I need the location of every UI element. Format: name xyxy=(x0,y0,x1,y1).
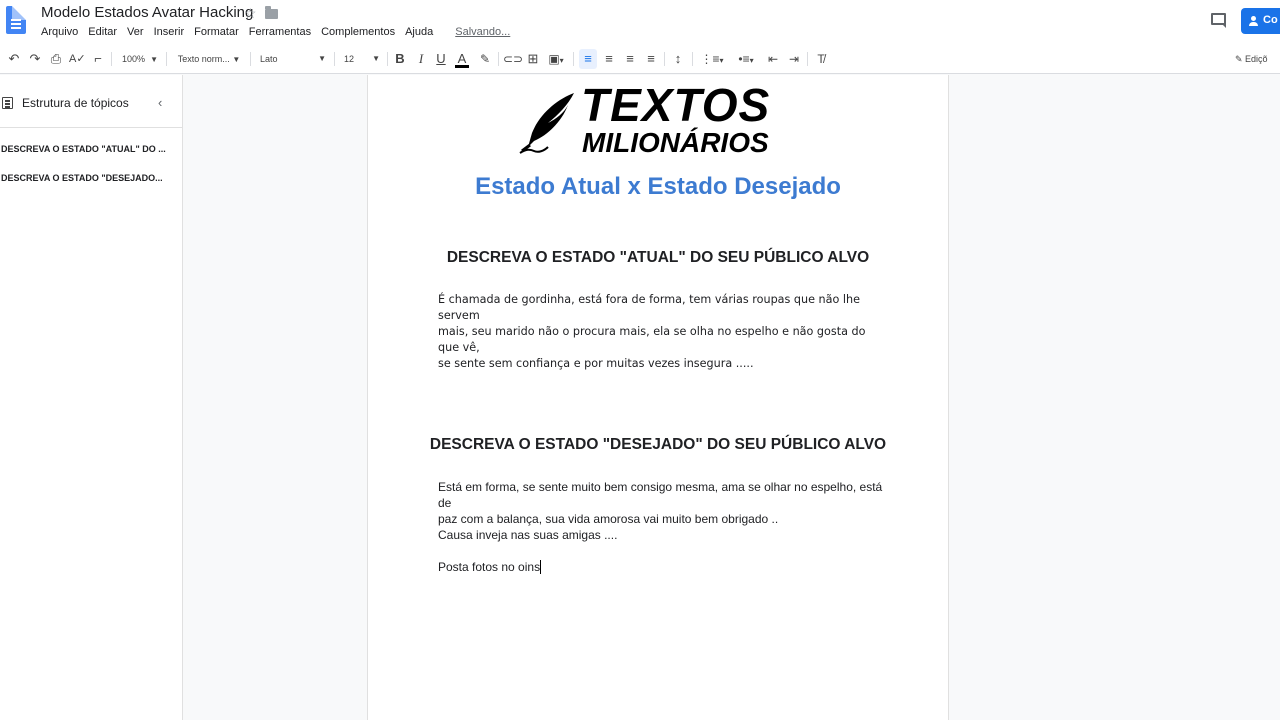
bold-icon[interactable]: B xyxy=(392,44,408,74)
print-icon[interactable]: ⎙ xyxy=(48,44,64,74)
undo-icon[interactable]: ↶ xyxy=(6,44,22,74)
font-size-select[interactable]: 12 ▼ xyxy=(340,44,384,74)
insert-image-icon[interactable]: ▣▾ xyxy=(545,44,567,74)
separator xyxy=(166,52,167,66)
clear-formatting-icon[interactable]: T̸ xyxy=(813,44,829,74)
separator xyxy=(334,52,335,66)
separator xyxy=(807,52,808,66)
text-color-swatch xyxy=(455,65,469,68)
align-left-icon[interactable]: ≡ xyxy=(579,49,597,69)
separator xyxy=(664,52,665,66)
separator xyxy=(573,52,574,66)
outline-icon xyxy=(2,97,13,109)
comment-history-icon[interactable] xyxy=(1211,13,1226,28)
highlight-icon[interactable]: ✎ xyxy=(477,44,493,74)
outline-title: Estrutura de tópicos xyxy=(22,96,129,110)
text-cursor xyxy=(540,560,542,574)
paragraph-atual: É chamada de gordinha, está fora de form… xyxy=(438,292,888,372)
paragraph-line: mais, seu marido não o procura mais, ela… xyxy=(438,325,866,354)
feather-pen-icon xyxy=(519,93,574,154)
align-justify-icon[interactable]: ≡ xyxy=(642,44,660,74)
paragraph-line: se sente sem confiança e por muitas veze… xyxy=(438,357,754,370)
menu-ajuda[interactable]: Ajuda xyxy=(405,26,433,38)
document-page[interactable]: TEXTOS MILIONÁRIOS Estado Atual x Estado… xyxy=(367,75,949,720)
menu-arquivo[interactable]: Arquivo xyxy=(41,26,78,38)
separator xyxy=(692,52,693,66)
font-size-value: 12 xyxy=(344,54,355,64)
title-bar: Modelo Estados Avatar Hacking ☆ Arquivo … xyxy=(0,0,1280,44)
outline-item-atual[interactable]: DESCREVA O ESTADO "ATUAL" DO ... xyxy=(1,144,166,154)
document-outline-panel: Estrutura de tópicos ‹ DESCREVA O ESTADO… xyxy=(0,75,183,720)
folder-icon[interactable] xyxy=(265,6,278,19)
bulleted-list-icon[interactable]: •≡▾ xyxy=(732,44,760,74)
menu-complementos[interactable]: Complementos xyxy=(321,26,395,38)
separator xyxy=(250,52,251,66)
logo-line-2: MILIONÁRIOS xyxy=(582,127,769,158)
numbered-list-icon[interactable]: ⋮≡▾ xyxy=(698,44,726,74)
menu-bar: Arquivo Editar Ver Inserir Formatar Ferr… xyxy=(41,26,510,38)
zoom-value: 100% xyxy=(122,54,146,64)
doc-title[interactable]: Modelo Estados Avatar Hacking xyxy=(41,4,253,21)
menu-formatar[interactable]: Formatar xyxy=(194,26,239,38)
decrease-indent-icon[interactable]: ⇤ xyxy=(765,44,781,74)
paragraph-posta: Posta fotos no oins xyxy=(438,559,888,575)
style-value: Texto norm... xyxy=(177,54,230,64)
spellcheck-icon[interactable]: A✓ xyxy=(69,44,86,74)
separator xyxy=(387,52,388,66)
paragraph-line: É chamada de gordinha, está fora de form… xyxy=(438,293,860,322)
outline-header: Estrutura de tópicos ‹ xyxy=(0,75,183,128)
add-comment-icon[interactable]: ⊞ xyxy=(525,44,541,74)
paragraph-line: Está em forma, se sente muito bem consig… xyxy=(438,480,883,510)
underline-icon[interactable]: U xyxy=(433,44,449,74)
text-color-icon[interactable]: A xyxy=(455,44,469,74)
editing-mode-label: Ediçõ xyxy=(1245,54,1268,64)
section-heading-atual: DESCREVA O ESTADO "ATUAL" DO SEU PÚBLICO… xyxy=(446,249,870,266)
editing-mode-select[interactable]: ✎ Ediçõ xyxy=(1235,44,1280,74)
line-spacing-icon[interactable]: ↕ xyxy=(669,44,687,74)
star-icon[interactable]: ☆ xyxy=(244,5,257,22)
redo-icon[interactable]: ↷ xyxy=(27,44,43,74)
paint-format-icon[interactable]: ⌐ xyxy=(90,44,106,74)
save-status[interactable]: Salvando... xyxy=(455,26,510,38)
person-icon xyxy=(1249,16,1260,26)
separator xyxy=(111,52,112,66)
share-label: Co xyxy=(1263,14,1278,26)
paragraph-desejado: Está em forma, se sente muito bem consig… xyxy=(438,479,888,527)
menu-ferramentas[interactable]: Ferramentas xyxy=(249,26,311,38)
paragraph-inveja: Causa inveja nas suas amigas .... xyxy=(438,528,618,542)
italic-icon[interactable]: I xyxy=(413,44,429,74)
share-button[interactable]: Co xyxy=(1241,8,1280,34)
section-heading-desejado: DESCREVA O ESTADO "DESEJADO" DO SEU PÚBL… xyxy=(429,436,887,453)
link-icon[interactable]: ⊂⊃ xyxy=(503,44,523,74)
paragraph-text: Posta fotos no oins xyxy=(438,560,541,574)
increase-indent-icon[interactable]: ⇥ xyxy=(786,44,802,74)
font-value: Lato xyxy=(260,54,278,64)
collapse-outline-icon[interactable]: ‹ xyxy=(158,95,162,110)
align-right-icon[interactable]: ≡ xyxy=(621,44,639,74)
paragraph-line: paz com a balança, sua vida amorosa vai … xyxy=(438,512,779,526)
logo-line-1: TEXTOS xyxy=(581,79,771,131)
menu-ver[interactable]: Ver xyxy=(127,26,144,38)
font-select[interactable]: Lato ▼ xyxy=(256,44,330,74)
align-center-icon[interactable]: ≡ xyxy=(600,44,618,74)
style-select[interactable]: Texto norm... ▼ xyxy=(172,44,246,74)
outline-item-desejado[interactable]: DESCREVA O ESTADO "DESEJADO... xyxy=(1,173,163,183)
separator xyxy=(498,52,499,66)
menu-inserir[interactable]: Inserir xyxy=(154,26,185,38)
document-heading: Estado Atual x Estado Desejado xyxy=(475,173,841,200)
menu-editar[interactable]: Editar xyxy=(88,26,117,38)
toolbar: ↶ ↷ ⎙ A✓ ⌐ 100% ▼ Texto norm... ▼ Lato ▼ … xyxy=(0,44,1280,74)
docs-logo-icon[interactable] xyxy=(6,6,26,34)
zoom-select[interactable]: 100% ▼ xyxy=(118,44,162,74)
